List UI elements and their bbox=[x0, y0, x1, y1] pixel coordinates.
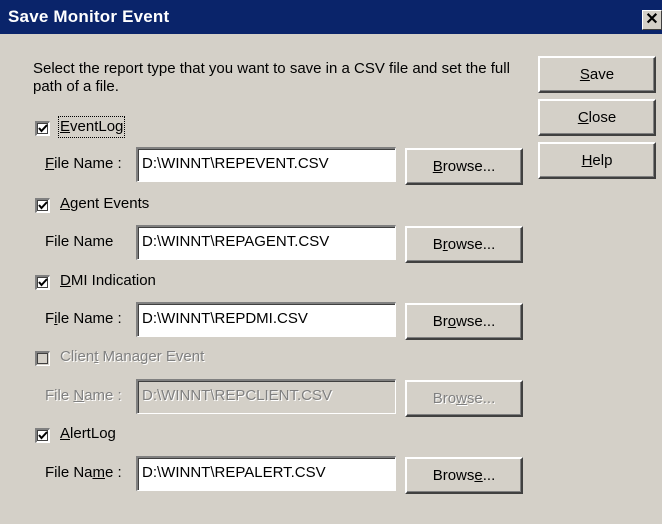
title-bar[interactable]: Save Monitor Event ✕ bbox=[0, 0, 662, 34]
client-manager-browse-button: Browse... bbox=[405, 380, 523, 417]
save-button[interactable]: Save bbox=[538, 56, 656, 93]
client-manager-file-name-label: File Name : bbox=[45, 387, 122, 404]
dmi-indication-path-input[interactable]: D:\WINNT\REPDMI.CSV bbox=[136, 302, 396, 337]
alertlog-checkbox-label[interactable]: AlertLog bbox=[60, 425, 116, 443]
checkmark-icon bbox=[38, 124, 48, 133]
eventlog-checkbox[interactable] bbox=[35, 121, 50, 136]
close-icon[interactable]: ✕ bbox=[642, 10, 662, 30]
eventlog-browse-button[interactable]: Browse... bbox=[405, 148, 523, 185]
client-manager-event-checkbox bbox=[35, 351, 50, 366]
client-manager-event-checkbox-label: Client Manager Event bbox=[60, 348, 205, 365]
eventlog-checkbox-label[interactable]: EventLog bbox=[57, 116, 126, 138]
help-button[interactable]: Help bbox=[538, 142, 656, 179]
save-monitor-event-dialog: Save Monitor Event ✕ Select the report t… bbox=[0, 0, 662, 524]
alertlog-file-name-label: File Name : bbox=[45, 464, 122, 481]
agent-events-browse-button[interactable]: Browse... bbox=[405, 226, 523, 263]
dmi-indication-file-name-label: File Name : bbox=[45, 310, 122, 327]
agent-events-path-input[interactable]: D:\WINNT\REPAGENT.CSV bbox=[136, 225, 396, 260]
eventlog-path-input[interactable]: D:\WINNT\REPEVENT.CSV bbox=[136, 147, 396, 182]
checkmark-icon bbox=[38, 278, 48, 287]
checkmark-icon bbox=[38, 201, 48, 210]
alertlog-checkbox[interactable] bbox=[35, 428, 50, 443]
alertlog-browse-button[interactable]: Browse... bbox=[405, 457, 523, 494]
dmi-indication-checkbox-label[interactable]: DMI Indication bbox=[60, 272, 156, 290]
window-title: Save Monitor Event bbox=[8, 7, 170, 26]
description-text: Select the report type that you want to … bbox=[33, 60, 510, 95]
dmi-indication-checkbox[interactable] bbox=[35, 275, 50, 290]
checkmark-icon bbox=[38, 431, 48, 440]
agent-events-checkbox[interactable] bbox=[35, 198, 50, 213]
client-manager-path-input: D:\WINNT\REPCLIENT.CSV bbox=[136, 379, 396, 414]
alertlog-path-input[interactable]: D:\WINNT\REPALERT.CSV bbox=[136, 456, 396, 491]
close-button[interactable]: Close bbox=[538, 99, 656, 136]
agent-events-file-name-label: File Name bbox=[45, 233, 114, 250]
dmi-indication-browse-button[interactable]: Browse... bbox=[405, 303, 523, 340]
agent-events-checkbox-label[interactable]: Agent Events bbox=[60, 195, 149, 213]
eventlog-file-name-label: File Name : bbox=[45, 155, 122, 172]
